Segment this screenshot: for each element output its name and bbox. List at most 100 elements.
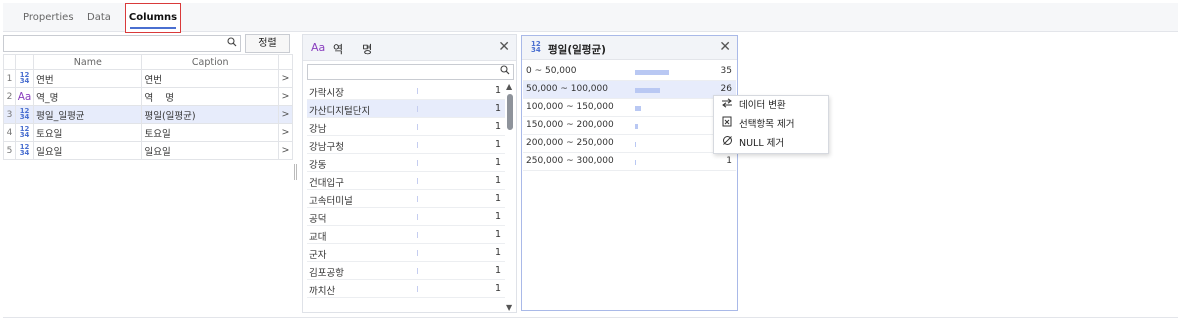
menu-item-remove-selected[interactable]: 선택항목 제거 [714, 115, 828, 134]
menu-item-data-transform[interactable]: 데이터 변환 [714, 96, 828, 115]
header-caption[interactable]: Caption [141, 54, 279, 70]
histogram-bin-row[interactable]: 250,000 ~ 300,000 1 [523, 153, 736, 171]
histogram-bin-row[interactable]: 150,000 ~ 200,000 [523, 117, 736, 135]
bin-range-label: 0 ~ 50,000 [526, 66, 577, 76]
menu-item-label: NULL 제거 [739, 138, 785, 149]
station-count: 1 [494, 193, 501, 204]
table-row[interactable]: 1 12 34 연번 연번 > [2, 69, 294, 88]
list-item[interactable]: 군자 1 [307, 244, 505, 262]
list-item[interactable]: 건대입구 1 [307, 172, 505, 190]
chevron-right-icon[interactable]: > [277, 69, 294, 88]
chevron-right-icon[interactable]: > [277, 123, 294, 142]
search-icon[interactable] [227, 37, 237, 50]
table-row-selected[interactable]: 3 12 34 평일_일평균 평일(일평균) > [2, 105, 294, 124]
station-search-input[interactable] [307, 64, 514, 80]
sort-button[interactable]: 정렬 [245, 34, 290, 53]
column-caption[interactable]: 연번 [141, 69, 279, 88]
text-type-icon: Aa [15, 87, 35, 106]
histogram-bin-row[interactable]: 50,000 ~ 100,000 26 [523, 81, 736, 99]
station-count: 1 [494, 121, 501, 132]
station-count: 1 [494, 139, 501, 150]
histogram-bin-row[interactable]: 100,000 ~ 150,000 [523, 99, 736, 117]
station-label: 까치산 [309, 286, 336, 297]
count-bar [417, 178, 418, 184]
list-item[interactable]: 강남 1 [307, 118, 505, 136]
bin-range-label: 100,000 ~ 150,000 [526, 102, 614, 112]
histogram-bin-row[interactable]: 200,000 ~ 250,000 [523, 135, 736, 153]
count-bar [417, 124, 418, 130]
tab-data[interactable]: Data [87, 3, 119, 32]
tab-bar: Properties Data Columns [3, 3, 1178, 33]
station-count: 1 [494, 247, 501, 258]
header-name[interactable]: Name [33, 54, 143, 70]
bottom-divider [3, 317, 1178, 318]
close-icon[interactable]: ✕ [719, 39, 731, 55]
table-row[interactable]: 5 12 34 일요일 일요일 > [2, 141, 294, 160]
histogram-bar [635, 142, 636, 147]
station-list: 가락시장 1 가산디지털단지 1 강남 1 강남구청 1 강동 1 건대입구 1 고속터미널 1 공덕 1 교대… [307, 82, 505, 298]
station-label: 강남 [309, 124, 327, 135]
histogram-bin-list: 0 ~ 50,000 35 50,000 ~ 100,000 26 100,000 ~ … [523, 63, 736, 171]
context-menu: 데이터 변환 선택항목 제거 NULL 제거 [713, 95, 829, 154]
column-caption[interactable]: 평일(일평균) [141, 105, 279, 124]
row-number: 3 [2, 105, 17, 124]
search-icon[interactable] [500, 65, 510, 78]
scroll-down-icon[interactable]: ▼ [506, 303, 512, 312]
station-list-scrollbar[interactable]: ▲ ▼ [505, 82, 515, 312]
column-search-input[interactable] [3, 35, 241, 52]
count-bar [417, 286, 418, 292]
table-row[interactable]: 4 12 34 토요일 토요일 > [2, 123, 294, 142]
list-item[interactable]: 김포공항 1 [307, 262, 505, 280]
histogram-bar [635, 106, 641, 111]
list-item[interactable]: 강동 1 [307, 154, 505, 172]
number-type-icon: 12 34 [15, 123, 35, 142]
panel-splitter-handle[interactable] [294, 164, 297, 180]
scroll-up-icon[interactable]: ▲ [506, 82, 512, 91]
close-icon[interactable]: ✕ [498, 39, 510, 55]
column-name: 역_명 [33, 87, 143, 106]
scrollbar-thumb[interactable] [507, 94, 513, 130]
histogram-panel-title: 평일(일평균) [548, 44, 606, 56]
menu-item-label: 데이터 변환 [739, 100, 786, 111]
menu-item-label: 선택항목 제거 [739, 119, 795, 130]
list-item[interactable]: 고속터미널 1 [307, 190, 505, 208]
count-bar [417, 196, 418, 202]
list-item[interactable]: 까치산 1 [307, 280, 505, 298]
list-item[interactable]: 교대 1 [307, 226, 505, 244]
chevron-right-icon[interactable]: > [277, 105, 294, 124]
station-count: 1 [494, 85, 501, 96]
histogram-panel-header: 12 34 평일(일평균) ✕ [522, 36, 737, 60]
column-caption[interactable]: 일요일 [141, 141, 279, 160]
chevron-right-icon[interactable]: > [277, 87, 294, 106]
list-item[interactable]: 공덕 1 [307, 208, 505, 226]
remove-selection-icon [720, 115, 734, 134]
column-caption[interactable]: 역 명 [141, 87, 279, 106]
row-number: 2 [2, 87, 17, 106]
chevron-right-icon[interactable]: > [277, 141, 294, 160]
station-count: 1 [494, 229, 501, 240]
bin-count: 26 [720, 84, 732, 94]
list-item[interactable]: 강남구청 1 [307, 136, 505, 154]
text-type-icon: Aa [311, 41, 326, 54]
histogram-bar [635, 160, 636, 165]
tab-columns[interactable]: Columns [125, 3, 181, 33]
station-label: 군자 [309, 250, 327, 261]
tab-columns-label: Columns [128, 12, 178, 23]
number-type-icon: 12 34 [15, 105, 35, 124]
column-caption[interactable]: 토요일 [141, 123, 279, 142]
menu-item-remove-null[interactable]: NULL 제거 [714, 134, 828, 153]
station-label: 가산디지털단지 [309, 106, 371, 117]
table-row[interactable]: 2 Aa 역_명 역 명 > [2, 87, 294, 106]
station-count: 1 [494, 265, 501, 276]
number-type-icon: 12 34 [531, 40, 541, 54]
station-label: 건대입구 [309, 178, 344, 189]
header-num [2, 54, 17, 70]
column-name: 평일_일평균 [33, 105, 143, 124]
count-bar [417, 214, 418, 220]
tab-properties[interactable]: Properties [23, 3, 75, 32]
list-item[interactable]: 가락시장 1 [307, 82, 505, 100]
histogram-bin-row[interactable]: 0 ~ 50,000 35 [523, 63, 736, 81]
station-label: 교대 [309, 232, 327, 243]
list-item[interactable]: 가산디지털단지 1 [307, 100, 505, 118]
row-number: 1 [2, 69, 17, 88]
